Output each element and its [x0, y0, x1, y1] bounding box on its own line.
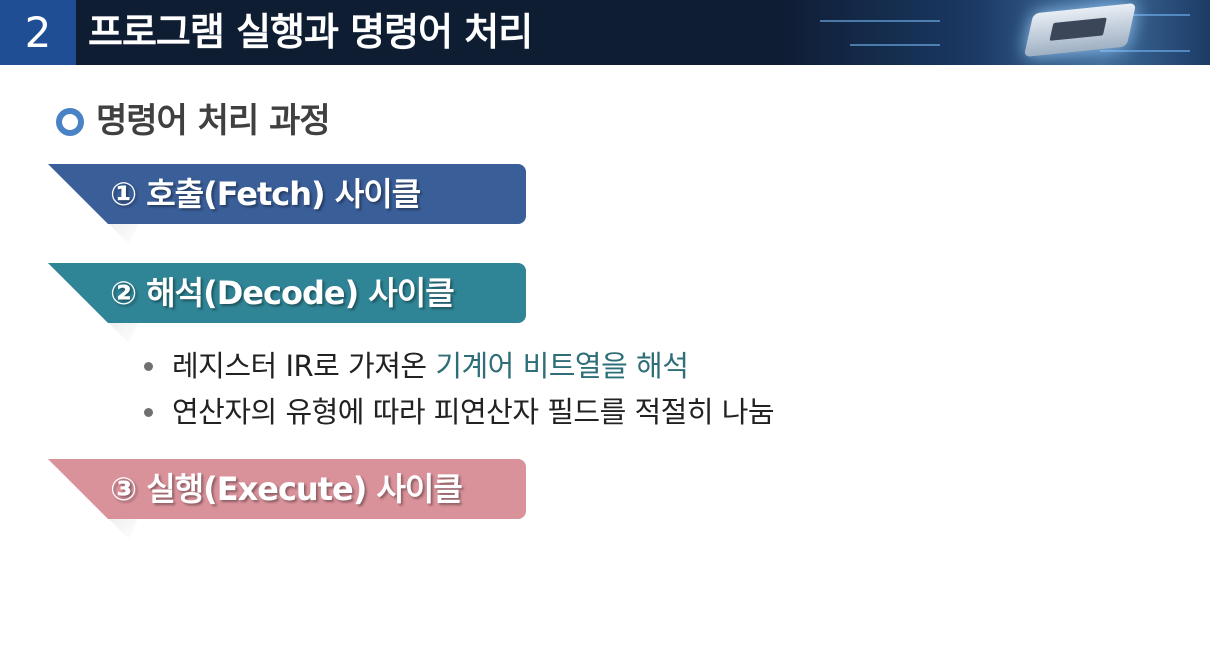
bullet-dot-icon — [144, 362, 153, 371]
decode-bullet-list: 레지스터 IR로 가져온 기계어 비트열을 해석 연산자의 유형에 따라 피연산… — [140, 343, 775, 435]
section-subtitle: 명령어 처리 과정 — [96, 101, 331, 141]
list-item-highlight: 기계어 비트열을 해석 — [435, 349, 689, 383]
bullet-dot-icon — [144, 408, 153, 417]
list-item-text: 연산자의 유형에 따라 피연산자 필드를 적절히 나눔 — [172, 395, 775, 429]
step-label: ③ 실행(Execute) 사이클 — [110, 470, 463, 508]
step-fetch: ① 호출(Fetch) 사이클 — [48, 164, 526, 244]
step-label: ① 호출(Fetch) 사이클 — [110, 175, 421, 213]
list-item: 연산자의 유형에 따라 피연산자 필드를 적절히 나눔 — [140, 389, 775, 435]
list-item-text: 레지스터 IR로 가져온 — [172, 349, 436, 383]
section-number: 2 — [0, 0, 76, 65]
list-item: 레지스터 IR로 가져온 기계어 비트열을 해석 — [140, 343, 774, 389]
header-bar: 2 프로그램 실행과 명령어 처리 — [0, 0, 1210, 65]
step-label: ② 해석(Decode) 사이클 — [110, 274, 455, 312]
step-decode: ② 해석(Decode) 사이클 — [48, 263, 526, 343]
circle-bullet-icon — [56, 108, 84, 136]
header-circuit-image — [780, 0, 1210, 65]
step-execute: ③ 실행(Execute) 사이클 — [48, 459, 526, 539]
page-title: 프로그램 실행과 명령어 처리 — [88, 10, 533, 54]
